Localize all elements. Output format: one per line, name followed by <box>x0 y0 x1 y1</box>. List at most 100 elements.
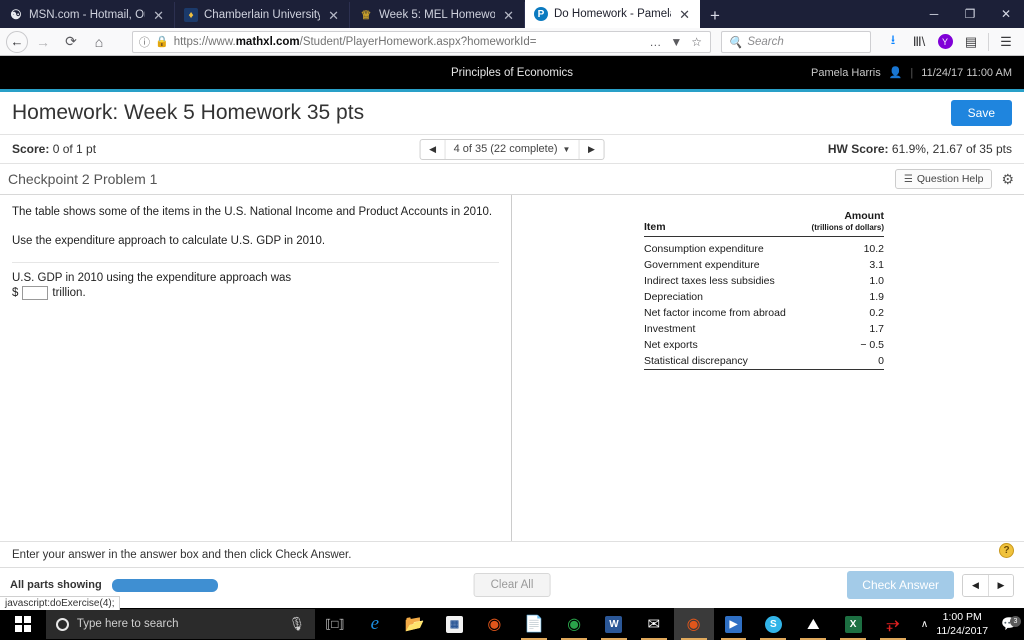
table-head: Item Amount (trillions of dollars) <box>644 210 884 237</box>
hw-score-display: HW Score: 61.9%, 21.67 of 35 pts <box>828 142 1012 156</box>
row-item: Depreciation <box>644 291 703 304</box>
column-header-item: Item <box>644 221 666 234</box>
maximize-button[interactable]: ❐ <box>952 0 988 28</box>
close-icon[interactable]: ✕ <box>677 8 692 21</box>
chrome-icon[interactable]: ◉ <box>554 608 594 640</box>
pager-prev-button[interactable]: ◀ <box>963 574 988 596</box>
firefox-active-icon[interactable]: ◉ <box>673 608 714 640</box>
microphone-icon[interactable]: 🎙 <box>288 616 305 632</box>
footer-instruction-bar: Enter your answer in the answer box and … <box>0 541 1024 567</box>
dollar-sign: $ <box>12 287 19 300</box>
notepad-icon[interactable]: 📄 <box>514 608 554 640</box>
page-actions-icon[interactable]: … <box>647 35 663 49</box>
toolbar-icon-group: ⭳ Ⅲ\ Y ▤ ☰ <box>881 30 1018 54</box>
mcafee-icon[interactable]: ▶ <box>714 608 754 640</box>
firefox-icon[interactable]: ◉ <box>474 608 514 640</box>
reload-icon[interactable]: ⟳ <box>58 30 84 54</box>
close-icon[interactable]: ✕ <box>326 9 341 22</box>
question-help-label: Question Help <box>916 173 984 185</box>
national-accounts-table: Item Amount (trillions of dollars) Consu… <box>644 210 884 370</box>
browser-tab-1[interactable]: ☯ MSN.com - Hotmail, Outlook, S ✕ <box>0 2 175 28</box>
edge-icon[interactable]: e <box>355 608 395 640</box>
browser-tab-4-active[interactable]: P Do Homework - Pamela Harris ✕ <box>525 0 700 28</box>
amount-units: (trillions of dollars) <box>811 223 884 233</box>
browser-toolbar: ← → ⟳ ⌂ ⓘ 🔒 https://www.mathxl.com/Stude… <box>0 28 1024 56</box>
acrobat-icon[interactable]: ⥅ <box>873 608 913 640</box>
browser-search-bar[interactable]: 🔍 Search <box>721 30 871 53</box>
row-item: Statistical discrepancy <box>644 355 748 368</box>
photos-icon[interactable]: ⛰ <box>793 608 833 640</box>
header-user-info: Pamela Harris 👤 | 11/24/17 11:00 AM <box>811 66 1024 80</box>
prev-question-button[interactable]: ◀ <box>421 140 445 159</box>
forward-icon[interactable]: → <box>30 30 56 54</box>
task-view-icon[interactable]: ⟦□⟧ <box>315 608 355 640</box>
score-label: Score: <box>12 142 50 156</box>
home-icon[interactable]: ⌂ <box>86 30 112 54</box>
url-text: https://www.mathxl.com/Student/PlayerHom… <box>173 35 537 48</box>
hamburger-menu-icon[interactable]: ☰ <box>994 30 1018 54</box>
skype-icon[interactable]: S <box>753 608 793 640</box>
close-icon[interactable]: ✕ <box>151 9 166 22</box>
bookmark-star-icon[interactable]: ☆ <box>689 35 704 49</box>
app-header: Principles of Economics Pamela Harris 👤 … <box>0 56 1024 89</box>
table-row: Net factor income from abroad 0.2 <box>644 305 884 321</box>
taskbar-search-placeholder: Type here to search <box>76 618 179 630</box>
row-item: Investment <box>644 323 696 336</box>
save-button[interactable]: Save <box>950 100 1012 126</box>
person-icon[interactable]: 👤 <box>889 66 903 79</box>
pager-next-button[interactable]: ▶ <box>988 574 1013 596</box>
header-separator: | <box>910 66 914 79</box>
close-window-button[interactable]: ✕ <box>988 0 1024 28</box>
row-amount: 1.9 <box>869 291 884 304</box>
next-question-button[interactable]: ▶ <box>579 140 603 159</box>
pocket-icon[interactable]: ▼ <box>668 35 684 49</box>
browser-tab-3[interactable]: ♕ Week 5: MEL Homework ✕ <box>350 2 525 28</box>
mail-icon[interactable]: ✉ <box>634 608 674 640</box>
gear-icon[interactable]: ⚙ <box>1001 171 1014 188</box>
account-icon[interactable]: Y <box>933 30 957 54</box>
problem-header-bar: Checkpoint 2 Problem 1 ☰ Question Help ⚙ <box>0 164 1024 195</box>
download-icon[interactable]: ⭳ <box>881 30 905 54</box>
chamberlain-icon: ♦ <box>184 8 198 22</box>
excel-icon[interactable]: X <box>833 608 873 640</box>
column-header-amount: Amount (trillions of dollars) <box>803 210 884 237</box>
minimize-button[interactable]: ─ <box>916 0 952 28</box>
question-selector-label: 4 of 35 (22 complete) <box>453 143 558 155</box>
library-icon[interactable]: Ⅲ\ <box>907 30 931 54</box>
question-selector-dropdown[interactable]: 4 of 35 (22 complete) ▼ <box>444 139 580 159</box>
site-info-icon[interactable]: ⓘ <box>139 34 150 50</box>
tab-title: Chamberlain University <box>204 9 321 21</box>
hw-score-value: 61.9%, 21.67 of 35 pts <box>891 142 1012 156</box>
browser-tab-2[interactable]: ♦ Chamberlain University ✕ <box>175 2 350 28</box>
file-explorer-icon[interactable]: 📂 <box>395 608 435 640</box>
address-bar[interactable]: ⓘ 🔒 https://www.mathxl.com/Student/Playe… <box>132 30 711 53</box>
tray-expand-icon[interactable]: ∧ <box>913 619 936 630</box>
answer-input[interactable] <box>22 286 49 301</box>
tab-title: MSN.com - Hotmail, Outlook, S <box>29 9 145 21</box>
check-answer-button[interactable]: Check Answer <box>847 571 954 599</box>
table-row: Net exports − 0.5 <box>644 337 884 353</box>
row-item: Net factor income from abroad <box>644 307 786 320</box>
close-icon[interactable]: ✕ <box>501 9 516 22</box>
sidebar-icon[interactable]: ▤ <box>959 30 983 54</box>
browser-title-bar: ☯ MSN.com - Hotmail, Outlook, S ✕ ♦ Cham… <box>0 0 1024 28</box>
back-icon[interactable]: ← <box>6 30 28 53</box>
taskbar-clock[interactable]: 1:00 PM 11/24/2017 <box>936 610 994 638</box>
question-mark-icon[interactable]: ? <box>999 543 1014 558</box>
toolbar-divider <box>988 32 989 51</box>
microsoft-store-icon[interactable]: ▦ <box>435 608 475 640</box>
mel-icon: ♕ <box>360 8 372 22</box>
row-item: Government expenditure <box>644 259 760 272</box>
row-item: Consumption expenditure <box>644 243 764 256</box>
taskbar-search-box[interactable]: Type here to search 🎙 <box>45 609 315 639</box>
windows-start-icon[interactable] <box>0 616 46 632</box>
notification-icon[interactable]: 💬 3 <box>994 616 1024 632</box>
clear-all-button[interactable]: Clear All <box>473 573 551 597</box>
row-item: Indirect taxes less subsidies <box>644 275 775 288</box>
tab-title: Week 5: MEL Homework <box>379 9 496 21</box>
question-line-2: Use the expenditure approach to calculat… <box>12 234 326 247</box>
question-help-button[interactable]: ☰ Question Help <box>894 169 993 189</box>
score-value: 0 of 1 pt <box>52 142 97 156</box>
word-icon[interactable]: W <box>594 608 634 640</box>
new-tab-button[interactable]: + <box>700 6 730 28</box>
